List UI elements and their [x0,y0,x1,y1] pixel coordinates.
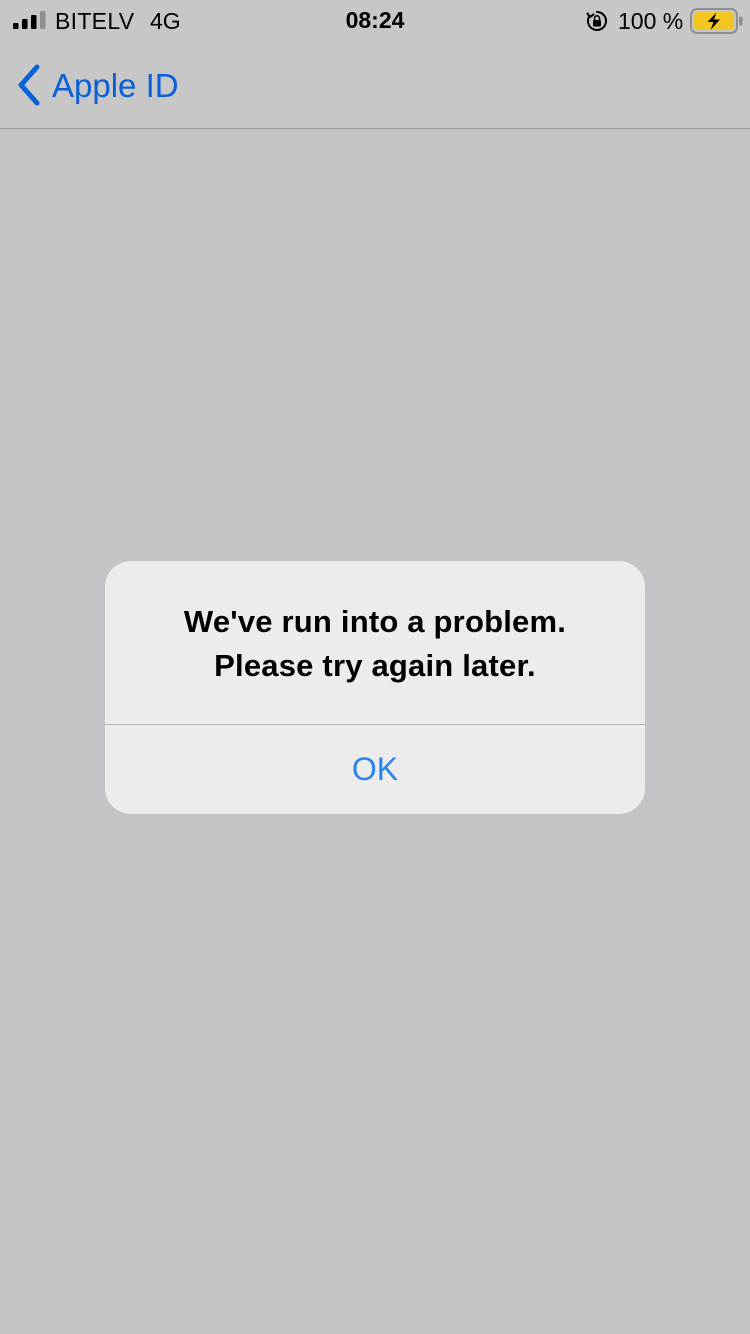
alert-message-line-1: We've run into a problem. [183,604,567,639]
orientation-lock-icon [586,11,607,31]
ok-button[interactable]: OK [105,725,645,814]
battery-charging-icon [690,8,743,34]
battery-percentage: 100 % [618,8,684,34]
back-button-label: Apple ID [52,66,179,104]
status-bar: BITELV 4G 08:24 100 % [0,0,750,40]
chevron-left-icon [18,64,40,106]
alert-dialog: We've run into a problem. Please try aga… [105,561,645,814]
back-button[interactable]: Apple ID [14,60,179,110]
alert-message-line-2: Please try again later. [214,648,536,683]
alert-message: We've run into a problem. Please try aga… [105,600,645,688]
navigation-bar: Apple ID [0,40,750,129]
